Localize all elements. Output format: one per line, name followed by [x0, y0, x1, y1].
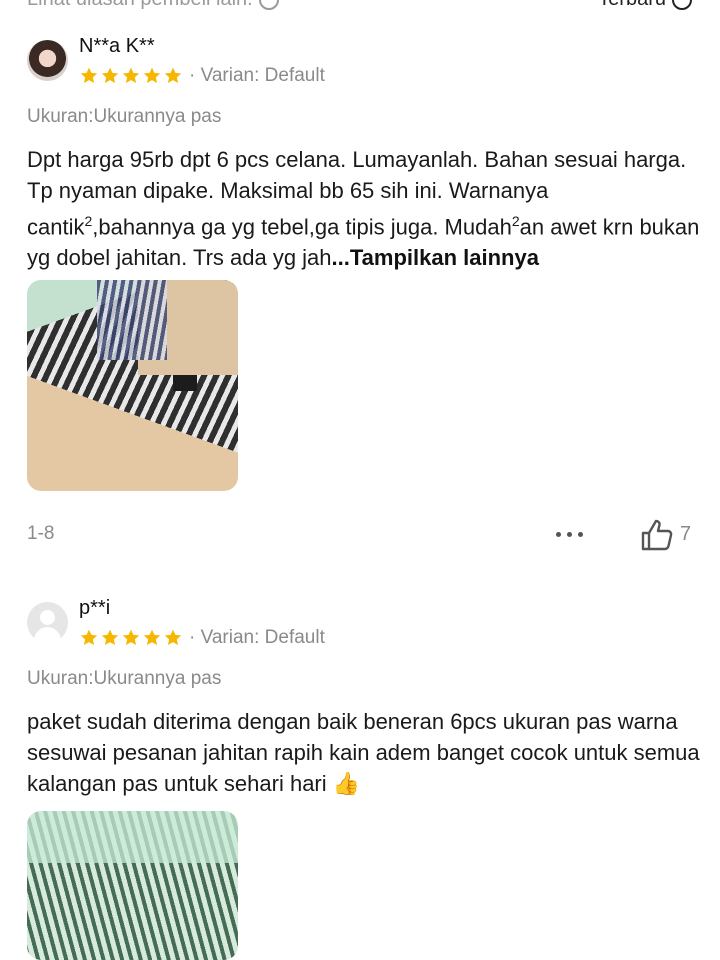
star-icon	[142, 628, 162, 648]
show-more-link[interactable]: ...Tampilkan lainnya	[332, 245, 539, 270]
star-icon	[79, 628, 99, 648]
review-photo[interactable]	[27, 280, 238, 491]
page-range: 1-8	[27, 523, 55, 544]
avatar[interactable]	[27, 40, 68, 81]
star-icon	[121, 66, 141, 86]
review-text-part: ,bahannya ga yg tebel,ga tipis juga. Mud…	[92, 214, 512, 240]
star-icon	[142, 66, 162, 86]
variant-label: · Varian: Default	[189, 65, 325, 86]
more-dots-icon[interactable]	[554, 520, 586, 548]
avatar[interactable]	[27, 602, 68, 643]
size-label: Ukuran:Ukurannya pas	[27, 106, 222, 127]
star-icon	[163, 66, 183, 86]
like-count: 7	[680, 523, 692, 545]
review-photo[interactable]	[27, 811, 238, 960]
star-icon	[100, 628, 120, 648]
superscript: 2	[511, 213, 520, 229]
info-icon	[258, 0, 279, 10]
photo-detail	[173, 375, 197, 391]
reviewer-name: N**a K**	[79, 35, 155, 57]
reviewer-name: p**i	[79, 597, 111, 619]
review-text: Dpt harga 95rb dpt 6 pcs celana. Lumayan…	[27, 144, 702, 273]
other-reviews-link[interactable]: Lihat ulasan pembeli lain.	[27, 0, 279, 11]
star-icon	[163, 628, 183, 648]
review-text: paket sudah diterima dengan baik beneran…	[27, 709, 700, 796]
star-icon	[121, 628, 141, 648]
sort-icon	[672, 0, 692, 10]
star-rating	[79, 628, 183, 648]
size-label: Ukuran:Ukurannya pas	[27, 668, 222, 689]
star-icon	[79, 66, 99, 86]
sort-button[interactable]: Terbaru	[598, 0, 692, 11]
top-bar: Lihat ulasan pembeli lain. Terbaru	[0, 0, 720, 14]
star-icon	[100, 66, 120, 86]
thumbs-up-icon[interactable]	[640, 517, 676, 553]
variant-label: · Varian: Default	[189, 627, 325, 648]
star-rating	[79, 66, 183, 86]
photo-detail	[97, 280, 167, 360]
